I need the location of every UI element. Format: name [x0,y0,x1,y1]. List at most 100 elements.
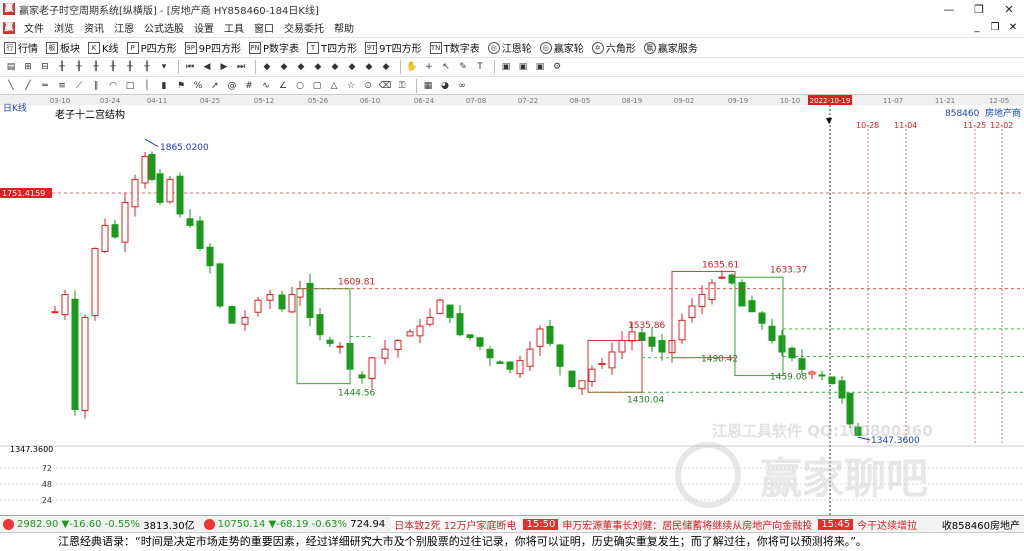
diamond5-icon[interactable]: ◆ [328,60,342,74]
diamond6-icon[interactable]: ◆ [345,60,359,74]
toolbar-9p-square[interactable]: 9P 9P四方形 [184,40,241,55]
menu-window[interactable]: 窗口 [249,20,279,35]
star-tool-icon[interactable]: ☆ [344,79,358,93]
toolbar-gann-wheel[interactable]: ◎ 江恩轮 [487,40,532,55]
first-icon[interactable]: ⏮ [183,60,197,74]
nav-icon[interactable]: ⊞ [21,60,35,74]
table-icon[interactable]: ▦ [421,79,435,93]
candle-body [166,178,174,203]
diamond2-icon[interactable]: ◆ [277,60,291,74]
square-tool-icon[interactable]: ▢ [310,79,324,93]
print-icon[interactable]: ▣ [516,60,530,74]
next-icon[interactable]: ▶ [217,60,231,74]
toolbar-p-table[interactable]: PN P数字表 [249,40,299,55]
angle-icon[interactable]: ∠ [276,79,290,93]
dropdown-icon[interactable]: ▾ [157,60,171,74]
cycle-tool-icon[interactable]: ∥ [89,79,103,93]
toolbar-winner-wheel[interactable]: ◎ 赢家轮 [539,40,584,55]
minimize-button[interactable]: — [934,0,964,18]
menu-help[interactable]: 帮助 [329,20,359,35]
mdi-controls: _ ❐ ✕ [970,20,1020,34]
settings-icon[interactable]: ⚙ [550,60,564,74]
gann-fan-icon[interactable]: ⟋ [72,79,86,93]
bars2-icon[interactable]: ╫ [72,60,86,74]
layout-icon[interactable]: ▤ [4,60,18,74]
news-headline[interactable]: 日本致2死 12万户家庭断电 [391,516,520,532]
diamond3-icon[interactable]: ◆ [294,60,308,74]
triangle-tool-icon[interactable]: △ [327,79,341,93]
marker-icon[interactable]: ▮ [157,79,171,93]
line-tool-icon[interactable]: ╲ [4,79,18,93]
candle-body [326,339,334,344]
cursor-icon[interactable]: ↖ [439,60,453,74]
menu-file[interactable]: 文件 [19,20,49,35]
wave-icon[interactable]: ∿ [259,79,273,93]
box-tool-icon[interactable]: □ [123,79,137,93]
lock-icon[interactable]: ⚿ [395,79,409,93]
cross-icon[interactable]: + [422,60,436,74]
menu-trade[interactable]: 交易委托 [279,20,329,35]
diamond8-icon[interactable]: ◆ [379,60,393,74]
arrow-tool-icon[interactable]: ➚ [208,79,222,93]
status-right-label[interactable]: 收858460房地产 [942,517,1020,532]
toolbar-p-square[interactable]: P P四方形 [126,40,177,55]
spiral-icon[interactable]: @ [225,79,239,93]
candle-body [446,304,454,318]
last-icon[interactable]: ⏭ [234,60,248,74]
text-icon[interactable]: T [473,60,487,74]
save-icon[interactable]: ▣ [499,60,513,74]
diamond-icon[interactable]: ◆ [260,60,274,74]
toolbar-kline[interactable]: K K线 [88,40,119,55]
toolbar-quotes[interactable]: 行行情 [4,40,38,55]
diamond7-icon[interactable]: ◆ [362,60,376,74]
sh-index[interactable]: 2982.90 ▼-16.60 -0.55% 3813.30亿 [17,517,195,532]
percent-icon[interactable]: % [191,79,205,93]
kline-svg[interactable]: 03-10 03-24 04-11 04-25 05-12 05-26 06-10 06-24… [0,95,1024,515]
bars-icon[interactable]: ╫ [55,60,69,74]
toolbar-t-square[interactable]: T T四方形 [307,40,357,55]
fib-tool-icon[interactable]: ≡ [55,79,69,93]
diamond4-icon[interactable]: ◆ [311,60,325,74]
bars3-icon[interactable]: ╫ [89,60,103,74]
infinity-icon[interactable]: ∞ [455,79,469,93]
bars6-icon[interactable]: ╫ [140,60,154,74]
menu-tools[interactable]: 工具 [219,20,249,35]
ray-tool-icon[interactable]: ╱ [21,79,35,93]
menu-browse[interactable]: 浏览 [49,20,79,35]
prev-icon[interactable]: ◀ [200,60,214,74]
restore-button[interactable]: ❐ [964,0,994,18]
hand-icon[interactable]: ✋ [405,60,419,74]
toolbar-t-table[interactable]: TN T数字表 [429,40,480,55]
menu-settings[interactable]: 设置 [189,20,219,35]
grid-icon[interactable]: # [242,79,256,93]
circle-tool-icon[interactable]: ○ [293,79,307,93]
news-ticker-2[interactable]: 今干达续增拉 [857,517,917,532]
pin-icon[interactable]: ✎ [456,60,470,74]
toolbar-service[interactable]: 赢赢家服务 [643,40,698,55]
mdi-restore-button[interactable]: ❐ [988,20,1002,34]
toolbar-9t-square[interactable]: 9T 9T四方形 [365,40,422,55]
mdi-close-button[interactable]: ✕ [1006,20,1020,34]
eraser-icon[interactable]: ⌫ [378,79,392,93]
mdi-minimize-button[interactable]: _ [970,20,984,34]
flag-icon[interactable]: ⚑ [174,79,188,93]
toolbar-hexagon[interactable]: ✡ 六角形 [591,40,636,55]
bars5-icon[interactable]: ╫ [123,60,137,74]
kline-chart[interactable]: 03-10 03-24 04-11 04-25 05-12 05-26 06-10 06-24… [0,95,1024,515]
toolbar-sector[interactable]: 板板块 [46,40,80,55]
arc-tool-icon[interactable]: ◠ [106,79,120,93]
sz-index[interactable]: 10750.14 ▼-68.19 -0.63% 724.94 [218,519,386,530]
news-ticker[interactable]: 申万宏源董事长刘健：居民储蓄将继续从房地产向金融投 [562,517,812,532]
export-icon[interactable]: ▣ [533,60,547,74]
menu-info[interactable]: 资讯 [79,20,109,35]
color-wheel-icon[interactable]: ◕ [438,79,452,93]
ruler-icon[interactable]: ⊟ [38,60,52,74]
menu-formula[interactable]: 公式选股 [139,20,189,35]
close-button[interactable]: ✕ [994,0,1024,18]
quote-bar: 江恩经典语录：“时间是决定市场走势的重要因素，经过详细研究大市及个别股票的过往记… [0,532,1024,551]
menu-gann[interactable]: 江恩 [109,20,139,35]
channel-tool-icon[interactable]: ═ [38,79,52,93]
bars4-icon[interactable]: ╫ [106,60,120,74]
vertical-tool-icon[interactable]: │ [140,79,154,93]
time-tool-icon[interactable]: ⏲ [361,79,375,93]
